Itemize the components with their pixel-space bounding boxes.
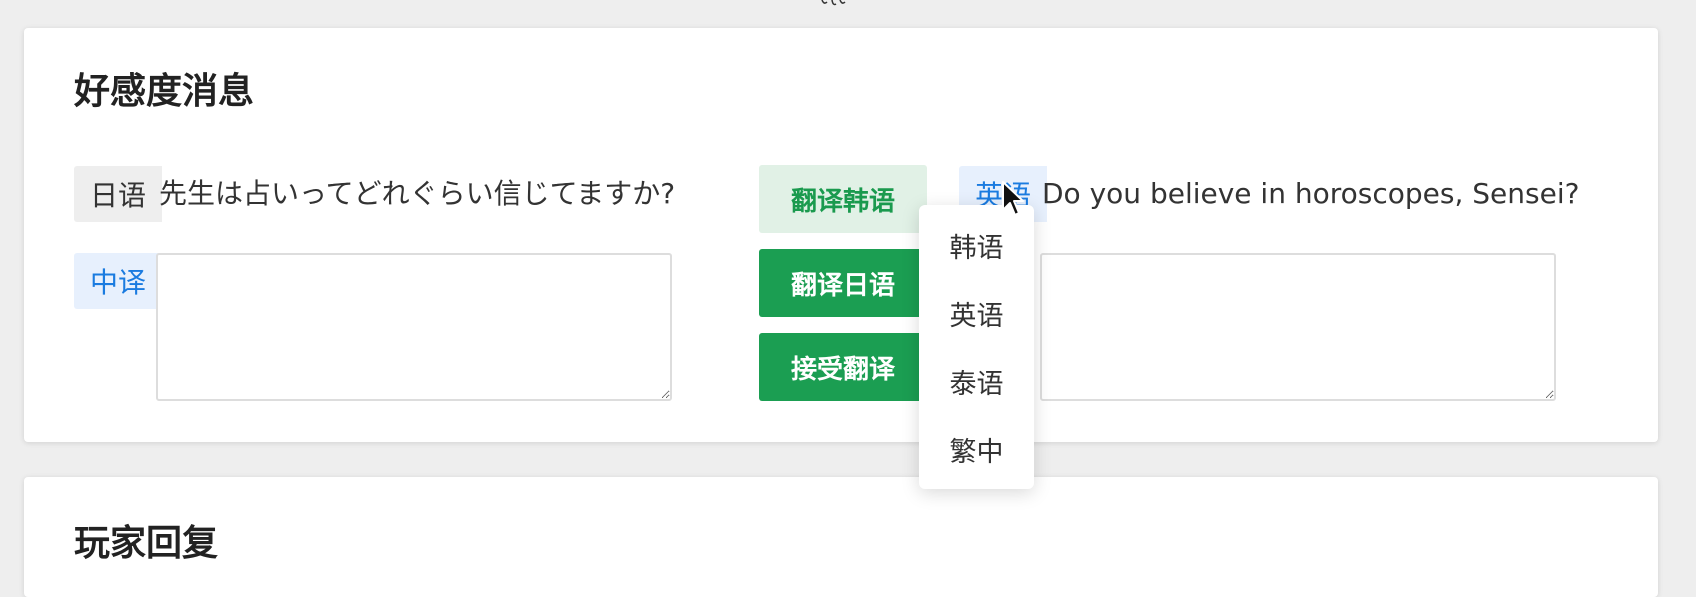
source-lang-tag: 日语 bbox=[74, 166, 163, 222]
dropdown-option-thai[interactable]: 泰语 bbox=[919, 347, 1034, 415]
chinese-translation-tag: 中译 bbox=[74, 253, 163, 309]
dropdown-option-traditional-chinese[interactable]: 繁中 bbox=[919, 415, 1034, 483]
translate-japanese-button[interactable]: 翻译日语 bbox=[759, 249, 927, 317]
language-dropdown-menu: 韩语 英语 泰语 繁中 bbox=[919, 205, 1034, 489]
source-text: 先生は占いってどれぐらい信じてますか? bbox=[159, 177, 676, 210]
translate-korean-button[interactable]: 翻译韩语 bbox=[759, 165, 927, 233]
mouse-pointer-icon bbox=[1002, 181, 1024, 216]
player-reply-card: 玩家回复 bbox=[24, 477, 1658, 597]
favor-message-card: 好感度消息 日语 先生は占いってどれぐらい信じてますか? 中译 翻译韩语 翻译日… bbox=[24, 28, 1658, 442]
reply-section-title: 玩家回复 bbox=[74, 523, 219, 564]
top-edge-mark bbox=[821, 0, 846, 6]
accept-translation-button[interactable]: 接受翻译 bbox=[759, 333, 927, 401]
dropdown-option-english[interactable]: 英语 bbox=[919, 279, 1034, 347]
dropdown-option-korean[interactable]: 韩语 bbox=[919, 211, 1034, 279]
chinese-translation-input[interactable] bbox=[156, 253, 672, 401]
target-translation-input[interactable] bbox=[1040, 253, 1556, 401]
target-translated-text: Do you believe in horoscopes, Sensei? bbox=[1042, 177, 1580, 210]
favor-section-title: 好感度消息 bbox=[74, 71, 255, 112]
